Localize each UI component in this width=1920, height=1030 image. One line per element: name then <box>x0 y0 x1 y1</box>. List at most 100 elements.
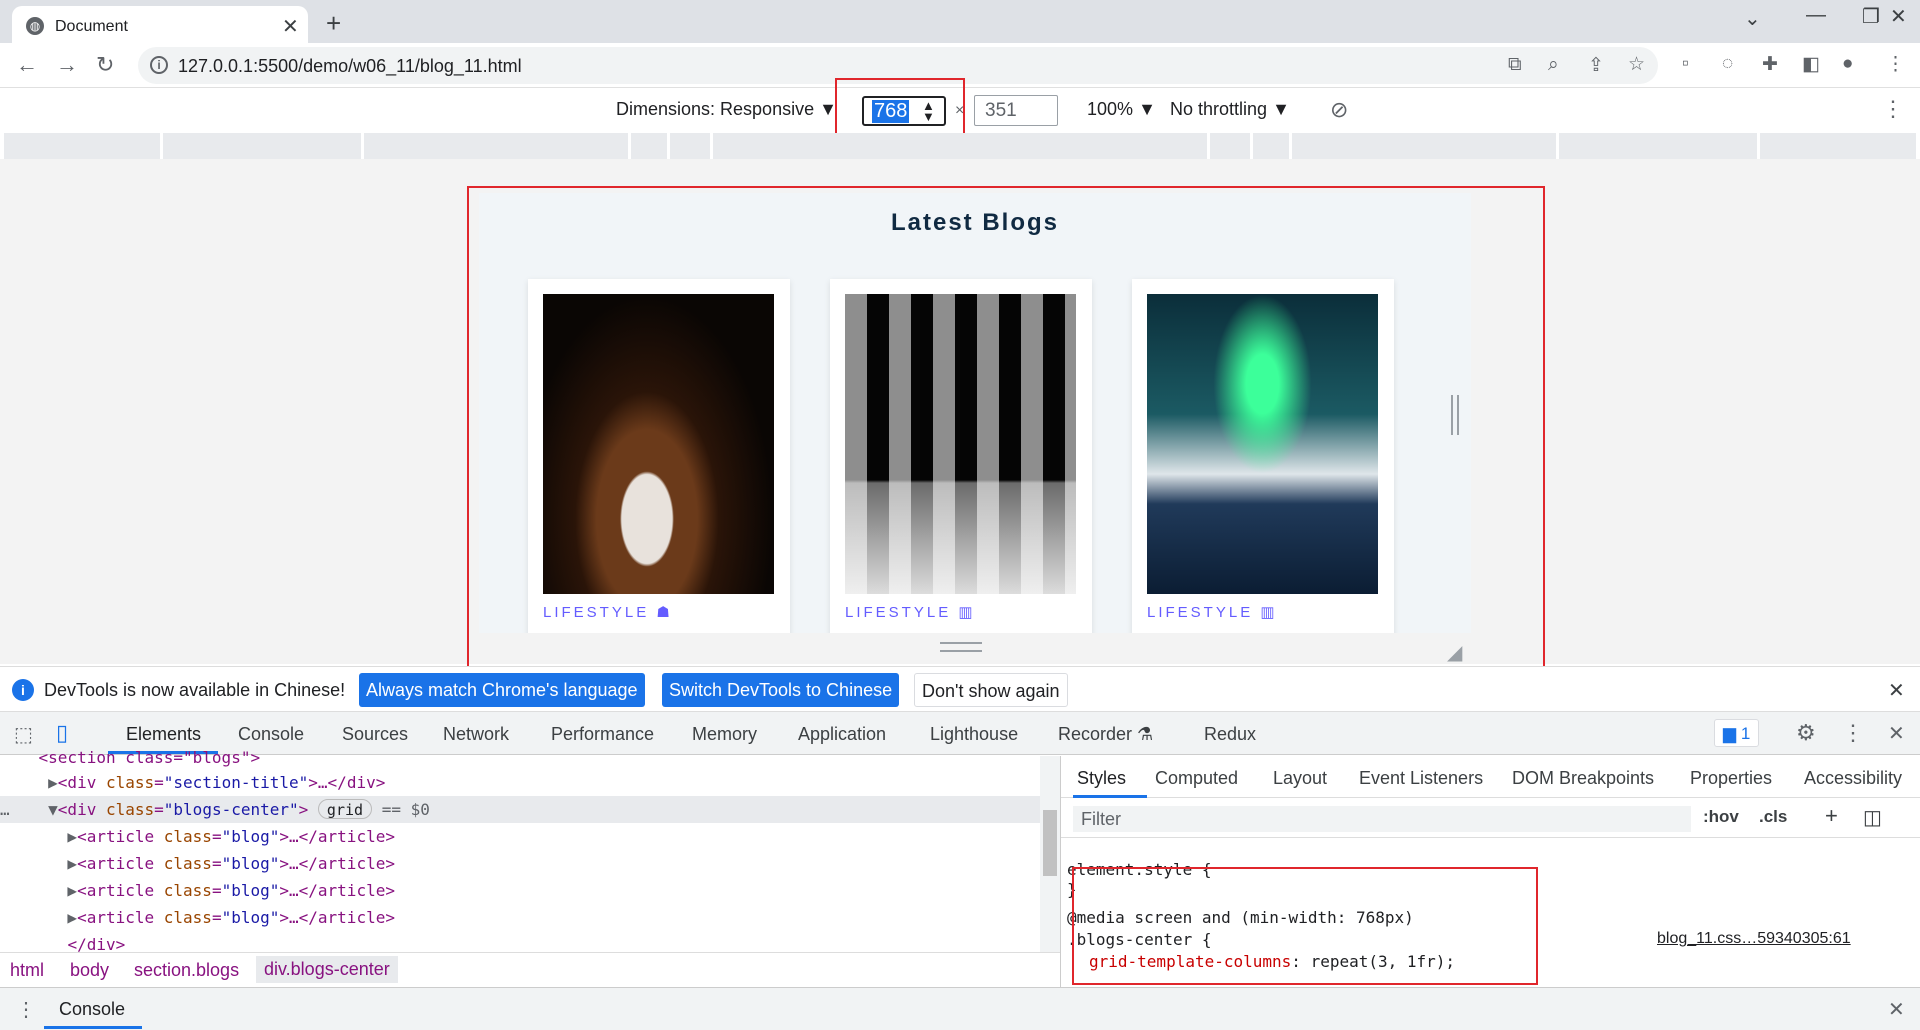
width-input[interactable]: 768 ▲ ▼ <box>862 96 946 126</box>
tab-computed[interactable]: Computed <box>1155 768 1238 789</box>
extension-icon[interactable]: ▫ <box>1682 53 1689 75</box>
dropdown-arrow-icon: ▼ <box>1138 99 1156 119</box>
tab-styles[interactable]: Styles <box>1077 768 1126 789</box>
media-query-bar[interactable] <box>0 133 1920 159</box>
rule-highlight-box <box>1072 867 1538 985</box>
new-style-rule-icon[interactable]: + <box>1825 803 1838 829</box>
tab-performance[interactable]: Performance <box>551 724 654 745</box>
new-tab-button[interactable]: + <box>326 8 341 39</box>
tree-node[interactable]: ▶<article class="blog">…</article> <box>0 823 1040 850</box>
window-close-icon[interactable]: ✕ <box>1890 4 1907 29</box>
drawer-tab-console[interactable]: Console <box>59 999 125 1020</box>
grid-badge[interactable]: grid <box>317 799 373 819</box>
tab-search-icon[interactable]: ⌄ <box>1744 6 1761 31</box>
height-input[interactable]: 351 <box>974 95 1058 126</box>
tab-dom-breakpoints[interactable]: DOM Breakpoints <box>1512 768 1654 789</box>
back-icon[interactable]: ← <box>16 52 38 78</box>
styles-filter-input[interactable]: Filter <box>1073 806 1691 832</box>
switch-to-chinese-button[interactable]: Switch DevTools to Chinese <box>662 673 900 707</box>
info-icon: i <box>12 679 34 701</box>
width-value[interactable]: 768 <box>872 100 910 123</box>
url-text[interactable]: 127.0.0.1:5500/demo/w06_11/blog_11.html <box>178 56 522 77</box>
infobar-message: DevTools is now available in Chinese! <box>44 680 346 700</box>
device-toggle-icon[interactable]: ▯ <box>56 720 68 746</box>
elements-tree: <section class="blogs"> ▶<div class="sec… <box>0 748 1040 954</box>
breadcrumb-html[interactable]: html <box>10 960 44 981</box>
dont-show-again-button[interactable]: Don't show again <box>914 673 1068 707</box>
extension-2-icon[interactable]: ◌ <box>1722 53 1733 75</box>
viewport-highlight-box <box>467 186 1545 668</box>
dimensions-label: Dimensions: Responsive <box>616 99 815 119</box>
close-drawer-icon[interactable]: ✕ <box>1888 997 1905 1022</box>
minimize-icon[interactable]: — <box>1806 4 1826 27</box>
toggle-sidebar-icon[interactable]: ◫ <box>1863 805 1882 830</box>
devtools-menu-icon[interactable]: ⋮ <box>1842 720 1864 746</box>
tab-application[interactable]: Application <box>798 724 886 745</box>
breadcrumb: html body section.blogs div.blogs-center <box>0 952 1060 987</box>
issues-badge[interactable]: ▆ 1 <box>1714 719 1760 747</box>
site-info-icon[interactable]: i <box>150 56 168 74</box>
filter-placeholder: Filter <box>1081 809 1121 829</box>
always-match-language-button[interactable]: Always match Chrome's language <box>359 673 645 707</box>
height-value[interactable]: 351 <box>985 100 1017 122</box>
language-infobar: i DevTools is now available in Chinese! … <box>0 666 1920 712</box>
breadcrumb-body[interactable]: body <box>70 960 109 981</box>
close-tab-icon[interactable]: ✕ <box>282 14 299 39</box>
tab-layout[interactable]: Layout <box>1273 768 1327 789</box>
zoom-icon[interactable]: ⌕ <box>1548 54 1559 76</box>
reload-icon[interactable]: ↻ <box>96 52 114 78</box>
extensions-puzzle-icon[interactable]: ✚ <box>1762 53 1778 76</box>
tab-event-listeners[interactable]: Event Listeners <box>1359 768 1483 789</box>
tab-sources[interactable]: Sources <box>342 724 408 745</box>
dimensions-dropdown[interactable]: Dimensions: Responsive ▼ <box>616 99 837 120</box>
tab-lighthouse[interactable]: Lighthouse <box>930 724 1018 745</box>
throttling-value: No throttling <box>1170 99 1268 119</box>
side-panel-icon[interactable]: ◧ <box>1802 53 1820 76</box>
profile-avatar-icon[interactable]: ● <box>1842 53 1853 75</box>
tab-properties[interactable]: Properties <box>1690 768 1772 789</box>
tab-console[interactable]: Console <box>238 724 304 745</box>
message-icon: ▆ <box>1723 724 1737 743</box>
tab-recorder[interactable]: Recorder ⚗ <box>1058 724 1153 745</box>
tab-accessibility[interactable]: Accessibility <box>1804 768 1902 789</box>
dropdown-arrow-icon: ▼ <box>1272 99 1290 119</box>
forward-icon[interactable]: → <box>56 52 78 78</box>
tree-node[interactable]: ▶<article class="blog">…</article> <box>0 904 1040 931</box>
console-drawer: ⋮ Console ✕ <box>0 987 1920 1030</box>
spinner-icon[interactable]: ▲ ▼ <box>922 99 935 123</box>
hover-state-toggle[interactable]: :hov <box>1703 807 1739 827</box>
tab-elements[interactable]: Elements <box>126 724 201 745</box>
close-devtools-icon[interactable]: ✕ <box>1888 721 1905 746</box>
throttling-dropdown[interactable]: No throttling ▼ <box>1170 99 1290 120</box>
tree-node[interactable]: <section class="blogs"> <box>0 744 1040 771</box>
settings-gear-icon[interactable]: ⚙ <box>1796 720 1816 746</box>
rotate-icon[interactable]: ⊘ <box>1330 97 1348 123</box>
more-options-icon[interactable]: ⋮ <box>1882 96 1904 122</box>
flask-icon: ⚗ <box>1137 724 1154 744</box>
restore-icon[interactable]: ❐ <box>1862 4 1880 29</box>
styles-filter-row: Filter :hov .cls + ◫ <box>1061 798 1920 838</box>
tree-node[interactable]: ▶<article class="blog">…</article> <box>0 877 1040 904</box>
tab-memory[interactable]: Memory <box>692 724 757 745</box>
elements-scroll-thumb[interactable] <box>1043 810 1057 876</box>
tab-network[interactable]: Network <box>443 724 509 745</box>
zoom-dropdown[interactable]: 100% ▼ <box>1087 99 1156 120</box>
class-toggle[interactable]: .cls <box>1759 807 1787 827</box>
tab-title: Document <box>55 18 128 35</box>
tab-strip: ◍ Document ✕ + ⌄ — ❐ ✕ <box>0 0 1920 43</box>
stylesheet-source-link[interactable]: blog_11.css…59340305:61 <box>1657 930 1851 948</box>
zoom-value: 100% <box>1087 99 1134 119</box>
chrome-menu-icon[interactable]: ⋮ <box>1886 53 1905 76</box>
translate-icon[interactable]: ⧉ <box>1508 54 1522 76</box>
breadcrumb-current[interactable]: div.blogs-center <box>256 956 398 983</box>
breadcrumb-section[interactable]: section.blogs <box>134 960 239 981</box>
selected-tree-node[interactable]: … ▼<div class="blogs-center"> grid == $0 <box>0 796 1040 823</box>
bookmark-star-icon[interactable]: ☆ <box>1628 53 1645 76</box>
drawer-menu-icon[interactable]: ⋮ <box>16 997 36 1022</box>
tree-node[interactable]: ▶<div class="section-title">…</div> <box>0 769 1040 796</box>
share-icon[interactable]: ⇪ <box>1588 54 1604 77</box>
tree-node[interactable]: ▶<article class="blog">…</article> <box>0 850 1040 877</box>
tab-redux[interactable]: Redux <box>1204 724 1256 745</box>
close-infobar-icon[interactable]: ✕ <box>1888 678 1905 703</box>
browser-tab[interactable]: ◍ Document ✕ <box>12 6 308 43</box>
